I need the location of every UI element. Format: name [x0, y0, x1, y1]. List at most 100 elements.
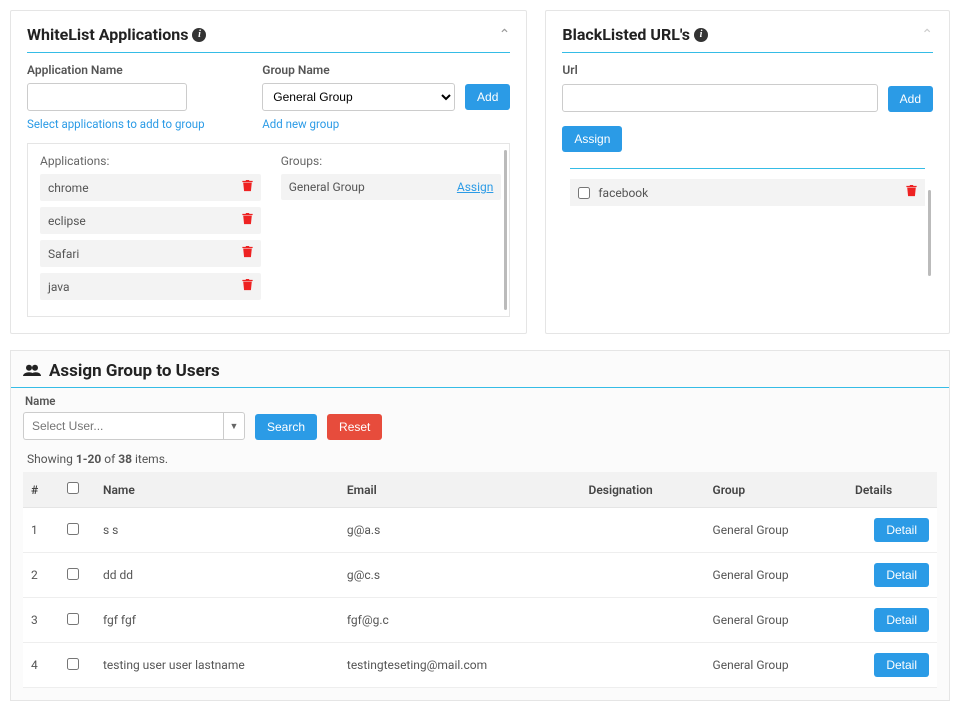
col-designation[interactable]: Designation	[581, 472, 705, 508]
blacklist-title: BlackListed URL's	[562, 25, 690, 44]
chevron-up-icon[interactable]: ⌃	[499, 27, 511, 43]
appname-input[interactable]	[27, 83, 187, 111]
scrollbar[interactable]	[504, 150, 507, 310]
add-button[interactable]: Add	[465, 84, 510, 110]
row-checkbox[interactable]	[67, 613, 79, 625]
blacklist-header: BlackListed URL's i ⌃	[546, 11, 949, 52]
url-label: Url	[562, 63, 577, 77]
cell-num: 4	[23, 643, 59, 688]
detail-button[interactable]: Detail	[874, 608, 929, 632]
cell-name: s s	[95, 508, 339, 553]
divider	[11, 387, 949, 388]
group-select[interactable]: General Group	[262, 83, 455, 111]
info-icon[interactable]: i	[192, 28, 206, 42]
cell-num: 3	[23, 598, 59, 643]
col-check	[59, 472, 95, 508]
divider	[570, 168, 925, 169]
divider	[27, 52, 510, 53]
cell-num: 1	[23, 508, 59, 553]
col-group[interactable]: Group	[705, 472, 847, 508]
name-filter-label: Name	[11, 394, 949, 408]
trash-icon[interactable]	[242, 180, 253, 195]
cell-email: fgf@g.c	[339, 598, 581, 643]
app-list-item: Safari	[40, 240, 261, 267]
cell-group: General Group	[705, 598, 847, 643]
reset-button[interactable]: Reset	[327, 414, 382, 440]
chevron-up-icon[interactable]: ⌃	[921, 27, 933, 43]
cell-num: 2	[23, 553, 59, 598]
url-input[interactable]	[562, 84, 877, 112]
app-list-item: chrome	[40, 174, 261, 201]
url-name: facebook	[598, 186, 648, 200]
assign-url-button[interactable]: Assign	[562, 126, 622, 152]
user-select-input[interactable]	[23, 412, 223, 440]
detail-button[interactable]: Detail	[874, 518, 929, 542]
cell-group: General Group	[705, 508, 847, 553]
whitelist-panel: WhiteList Applications i ⌃ Application N…	[10, 10, 527, 334]
trash-icon[interactable]	[906, 185, 917, 200]
table-row: 3 fgf fgffgf@g.c General Group Detail	[23, 598, 937, 643]
scrollbar[interactable]	[928, 190, 931, 276]
select-apps-link[interactable]: Select applications to add to group	[27, 117, 250, 131]
cell-designation	[581, 598, 705, 643]
detail-button[interactable]: Detail	[874, 563, 929, 587]
cell-name: fgf fgf	[95, 598, 339, 643]
chevron-down-icon[interactable]: ▼	[223, 412, 245, 440]
trash-icon[interactable]	[242, 213, 253, 228]
app-list-item: eclipse	[40, 207, 261, 234]
info-icon[interactable]: i	[694, 28, 708, 42]
trash-icon[interactable]	[242, 279, 253, 294]
groupname-label: Group Name	[262, 63, 510, 77]
url-list-box: facebook	[562, 160, 933, 236]
people-icon	[23, 362, 41, 381]
table-row: 4testing user user lastnametestingteseti…	[23, 643, 937, 688]
url-checkbox[interactable]	[578, 187, 590, 199]
divider	[562, 52, 933, 53]
whitelist-header: WhiteList Applications i ⌃	[11, 11, 526, 52]
col-num: #	[23, 472, 59, 508]
cell-designation	[581, 643, 705, 688]
table-row: 2 dd ddg@c.s General Group Detail	[23, 553, 937, 598]
url-list-item: facebook	[570, 179, 925, 206]
group-assign-link[interactable]: Assign	[457, 180, 494, 194]
col-details: Details	[847, 472, 937, 508]
row-checkbox[interactable]	[67, 568, 79, 580]
table-row: 1 s sg@a.s General Group Detail	[23, 508, 937, 553]
whitelist-title: WhiteList Applications	[27, 25, 188, 44]
blacklist-panel: BlackListed URL's i ⌃ Url Add Assign fac…	[545, 10, 950, 334]
user-select-combo[interactable]: ▼	[23, 412, 245, 440]
col-email[interactable]: Email	[339, 472, 581, 508]
assign-panel: Assign Group to Users Name ▼ Search Rese…	[10, 350, 950, 701]
app-name: Safari	[48, 247, 79, 261]
row-checkbox[interactable]	[67, 658, 79, 670]
group-list-item: General Group Assign	[281, 174, 502, 200]
cell-group: General Group	[705, 553, 847, 598]
select-all-checkbox[interactable]	[67, 482, 79, 494]
add-url-button[interactable]: Add	[888, 86, 933, 112]
cell-email: testingteseting@mail.com	[339, 643, 581, 688]
detail-button[interactable]: Detail	[874, 653, 929, 677]
groups-heading: Groups:	[281, 154, 502, 168]
app-list-item: java	[40, 273, 261, 300]
app-name: eclipse	[48, 214, 86, 228]
app-name: java	[48, 280, 70, 294]
cell-email: g@a.s	[339, 508, 581, 553]
add-group-link[interactable]: Add new group	[262, 117, 510, 131]
apps-heading: Applications:	[40, 154, 261, 168]
cell-group: General Group	[705, 643, 847, 688]
users-table: # Name Email Designation Group Details 1…	[23, 472, 937, 688]
assign-title: Assign Group to Users	[49, 361, 220, 381]
row-checkbox[interactable]	[67, 523, 79, 535]
cell-designation	[581, 553, 705, 598]
group-item-name: General Group	[289, 180, 365, 194]
appname-label: Application Name	[27, 63, 250, 77]
trash-icon[interactable]	[242, 246, 253, 261]
apps-groups-box: Applications: chrome eclipse Safari java Gr…	[27, 143, 510, 317]
search-button[interactable]: Search	[255, 414, 317, 440]
showing-text: Showing 1-20 of 38 items.	[11, 452, 949, 472]
col-name[interactable]: Name	[95, 472, 339, 508]
cell-name: dd dd	[95, 553, 339, 598]
cell-email: g@c.s	[339, 553, 581, 598]
cell-designation	[581, 508, 705, 553]
app-name: chrome	[48, 181, 89, 195]
